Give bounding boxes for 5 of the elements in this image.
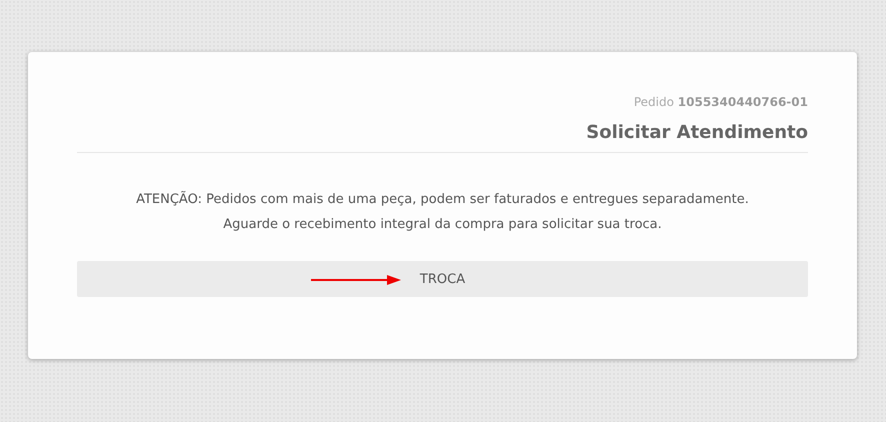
notice-text: ATENÇÃO: Pedidos com mais de uma peça, podem ser faturados e entregues separadamente. xyxy=(135,190,750,209)
order-number: Pedido 1055340440766-01 xyxy=(632,94,808,111)
notice-text: Aguarde o recebimento integral da compra para solicitar sua troca. xyxy=(222,216,663,234)
page-title: Solicitar Atendimento xyxy=(77,122,808,153)
exchange-button[interactable]: TROCA xyxy=(77,261,808,297)
